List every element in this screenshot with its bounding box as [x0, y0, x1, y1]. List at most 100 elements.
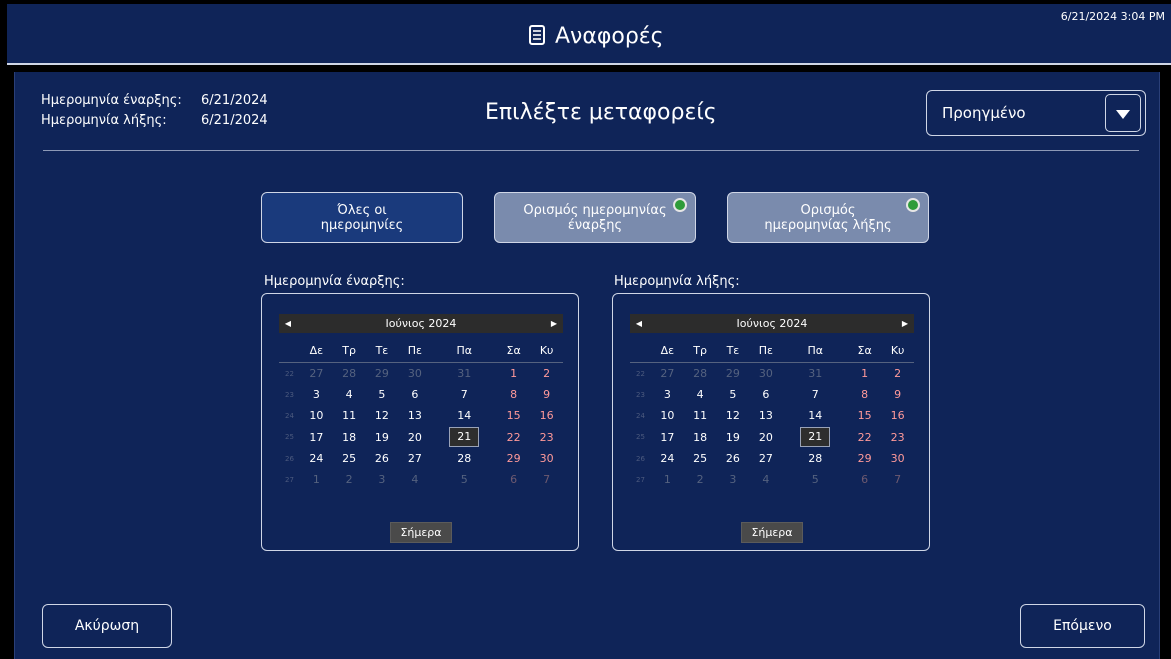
day-cell[interactable]: 27	[300, 363, 333, 385]
day-cell[interactable]: 22	[497, 426, 530, 448]
day-cell[interactable]: 25	[333, 448, 366, 469]
day-cell[interactable]: 30	[530, 448, 563, 469]
day-cell[interactable]: 6	[848, 469, 881, 490]
day-cell[interactable]: 31	[432, 363, 498, 385]
day-cell[interactable]: 7	[530, 469, 563, 490]
day-cell[interactable]: 4	[333, 384, 366, 405]
day-cell[interactable]: 7	[432, 384, 498, 405]
day-cell[interactable]: 3	[717, 469, 750, 490]
set-start-date-button[interactable]: Ορισμός ημερομηνίας έναρξης	[494, 192, 696, 243]
day-cell[interactable]: 5	[432, 469, 498, 490]
day-cell[interactable]: 30	[749, 363, 782, 385]
calendar-header: ◀ Ιούνιος 2024 ▶	[630, 314, 914, 333]
day-cell[interactable]: 5	[783, 469, 849, 490]
day-cell[interactable]: 1	[300, 469, 333, 490]
day-cell[interactable]: 13	[398, 405, 431, 426]
day-cell[interactable]: 15	[848, 405, 881, 426]
day-cell[interactable]: 29	[497, 448, 530, 469]
day-cell[interactable]: 18	[333, 426, 366, 448]
day-cell[interactable]: 20	[749, 426, 782, 448]
set-end-date-button[interactable]: Ορισμός ημερομηνίας λήξης	[727, 192, 929, 243]
day-cell[interactable]: 28	[432, 448, 498, 469]
day-cell[interactable]: 13	[749, 405, 782, 426]
day-cell[interactable]: 8	[848, 384, 881, 405]
dropdown-toggle-button[interactable]	[1105, 94, 1141, 132]
today-button[interactable]: Σήμερα	[741, 522, 803, 543]
day-cell[interactable]: 3	[651, 384, 684, 405]
day-cell[interactable]: 1	[848, 363, 881, 385]
day-cell[interactable]: 17	[651, 426, 684, 448]
day-cell[interactable]: 2	[684, 469, 717, 490]
day-cell[interactable]: 29	[366, 363, 399, 385]
day-cell[interactable]: 4	[684, 384, 717, 405]
day-cell[interactable]: 11	[684, 405, 717, 426]
day-cell[interactable]: 30	[881, 448, 914, 469]
all-dates-button[interactable]: Όλες οι ημερομηνίες	[261, 192, 463, 243]
day-cell[interactable]: 16	[881, 405, 914, 426]
day-cell[interactable]: 5	[366, 384, 399, 405]
day-cell[interactable]: 12	[717, 405, 750, 426]
mode-dropdown[interactable]: Προηγμένο	[926, 90, 1146, 136]
day-cell[interactable]: 16	[530, 405, 563, 426]
day-cell[interactable]: 27	[749, 448, 782, 469]
day-cell[interactable]: 23	[530, 426, 563, 448]
day-cell[interactable]: 10	[300, 405, 333, 426]
day-cell[interactable]: 4	[398, 469, 431, 490]
next-month-icon[interactable]: ▶	[545, 319, 563, 328]
day-cell[interactable]: 29	[848, 448, 881, 469]
day-cell[interactable]: 4	[749, 469, 782, 490]
day-cell[interactable]: 15	[497, 405, 530, 426]
day-cell[interactable]: 22	[848, 426, 881, 448]
day-cell[interactable]: 19	[717, 426, 750, 448]
day-cell[interactable]: 19	[366, 426, 399, 448]
next-button[interactable]: Επόμενο	[1020, 604, 1145, 648]
day-cell[interactable]: 17	[300, 426, 333, 448]
day-cell[interactable]: 26	[717, 448, 750, 469]
day-cell[interactable]: 2	[530, 363, 563, 385]
day-cell[interactable]: 20	[398, 426, 431, 448]
day-cell[interactable]: 12	[366, 405, 399, 426]
day-cell[interactable]: 5	[717, 384, 750, 405]
day-cell[interactable]: 6	[497, 469, 530, 490]
selected-day-cell[interactable]: 21	[783, 426, 849, 448]
day-cell[interactable]: 11	[333, 405, 366, 426]
day-cell[interactable]: 26	[366, 448, 399, 469]
day-cell[interactable]: 1	[651, 469, 684, 490]
day-cell[interactable]: 18	[684, 426, 717, 448]
day-cell[interactable]: 25	[684, 448, 717, 469]
day-cell[interactable]: 6	[398, 384, 431, 405]
day-cell[interactable]: 2	[333, 469, 366, 490]
day-cell[interactable]: 27	[398, 448, 431, 469]
day-cell[interactable]: 24	[651, 448, 684, 469]
day-cell[interactable]: 9	[530, 384, 563, 405]
day-cell[interactable]: 3	[366, 469, 399, 490]
day-cell[interactable]: 6	[749, 384, 782, 405]
day-cell[interactable]: 27	[651, 363, 684, 385]
selected-day-cell[interactable]: 21	[432, 426, 498, 448]
day-cell[interactable]: 24	[300, 448, 333, 469]
prev-month-icon[interactable]: ◀	[630, 319, 648, 328]
day-cell[interactable]: 23	[881, 426, 914, 448]
day-cell[interactable]: 14	[783, 405, 849, 426]
day-cell[interactable]: 28	[783, 448, 849, 469]
day-cell[interactable]: 2	[881, 363, 914, 385]
day-cell[interactable]: 30	[398, 363, 431, 385]
weekday-header: Κυ	[881, 338, 914, 363]
day-cell[interactable]: 28	[684, 363, 717, 385]
prev-month-icon[interactable]: ◀	[279, 319, 297, 328]
day-cell[interactable]: 3	[300, 384, 333, 405]
day-cell[interactable]: 7	[881, 469, 914, 490]
day-cell[interactable]: 28	[333, 363, 366, 385]
day-cell[interactable]: 8	[497, 384, 530, 405]
today-button[interactable]: Σήμερα	[390, 522, 452, 543]
day-cell[interactable]: 14	[432, 405, 498, 426]
day-cell[interactable]: 7	[783, 384, 849, 405]
day-cell[interactable]: 9	[881, 384, 914, 405]
day-cell[interactable]: 1	[497, 363, 530, 385]
day-cell[interactable]: 10	[651, 405, 684, 426]
next-month-icon[interactable]: ▶	[896, 319, 914, 328]
day-cell[interactable]: 31	[783, 363, 849, 385]
day-number: 8	[861, 388, 869, 401]
day-cell[interactable]: 29	[717, 363, 750, 385]
cancel-button[interactable]: Ακύρωση	[42, 604, 172, 648]
